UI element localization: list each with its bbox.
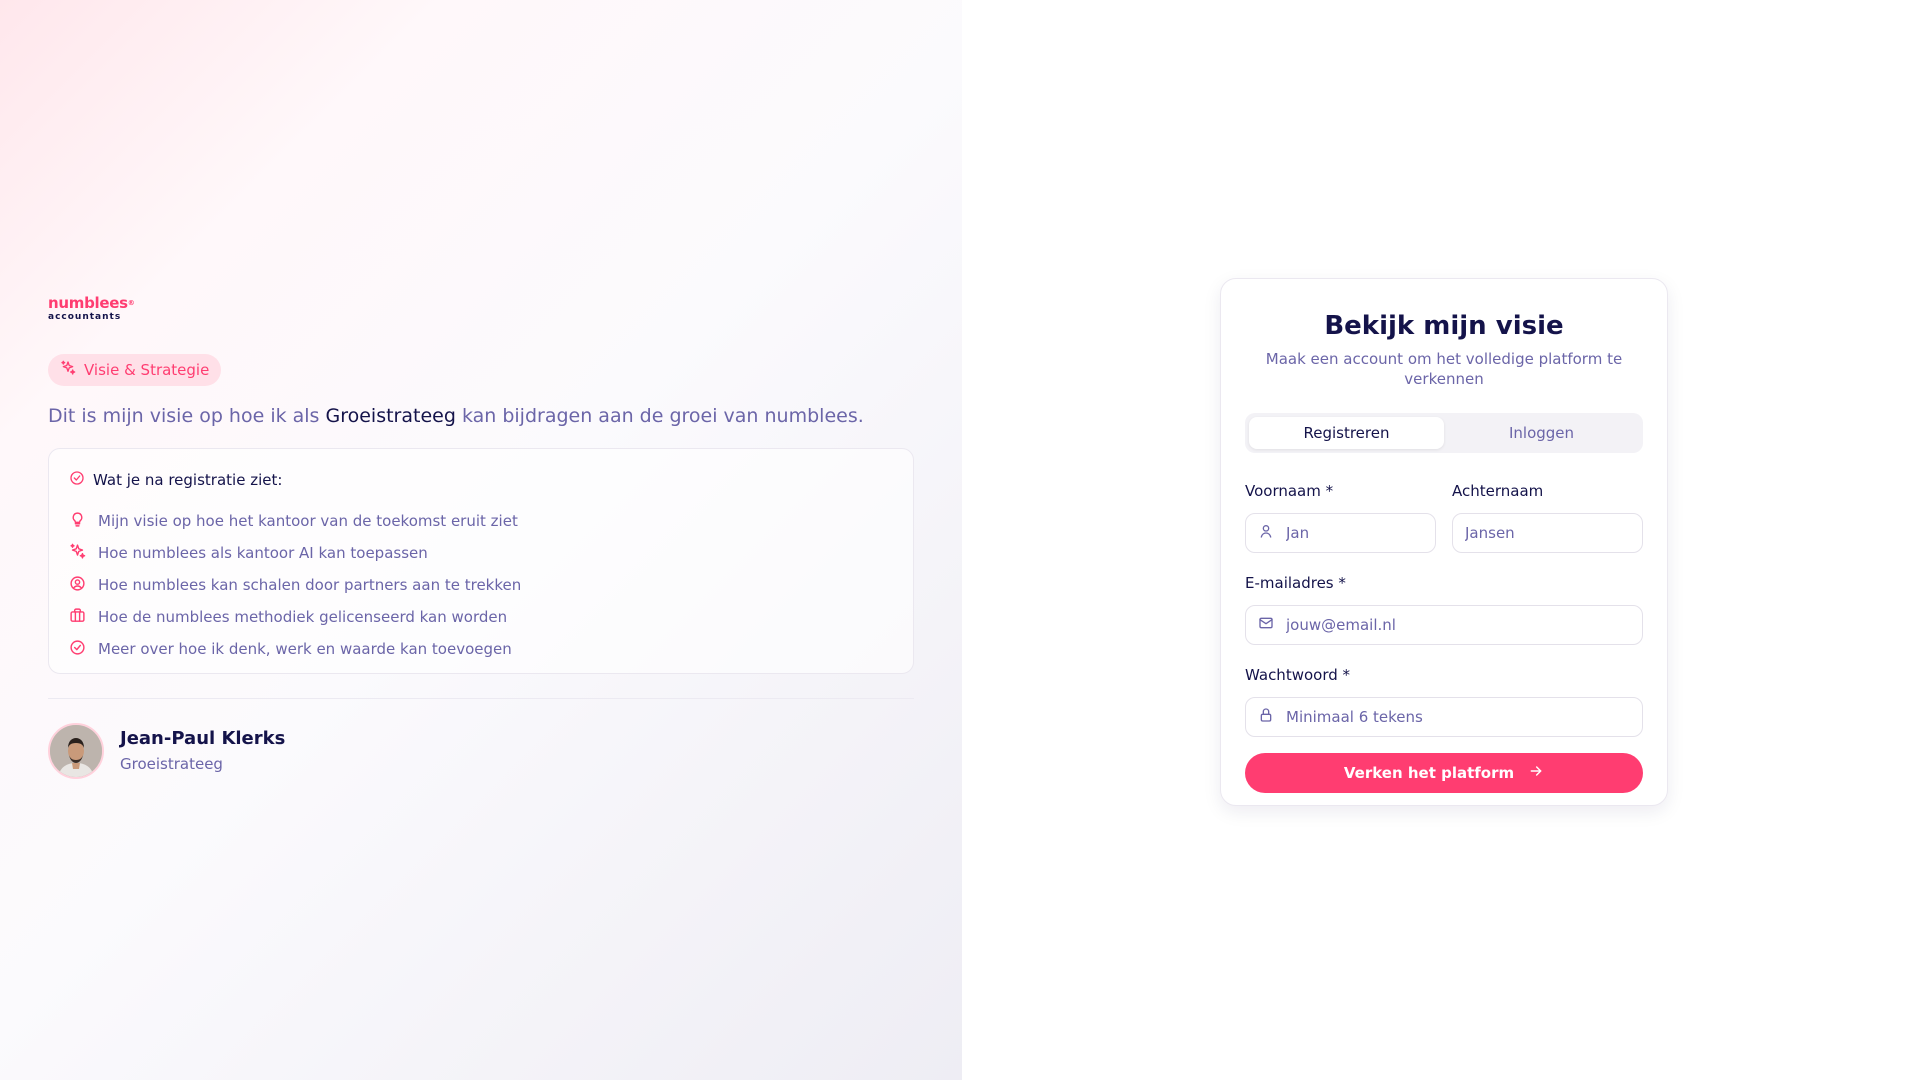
- last-name-label: Achternaam: [1452, 482, 1544, 500]
- list-item-label: Mijn visie op hoe het kantoor van de toe…: [98, 512, 518, 530]
- last-name-input-wrapper[interactable]: [1452, 513, 1643, 553]
- first-name-label: Voornaam *: [1245, 482, 1334, 500]
- left-content: numblees® accountants Visie & Strategie …: [48, 296, 914, 779]
- intro-before: Dit is mijn visie op hoe ik als: [48, 405, 326, 427]
- last-name-field: Achternaam: [1452, 481, 1643, 553]
- last-name-input[interactable]: [1465, 524, 1630, 542]
- list-item-label: Hoe numblees als kantoor AI kan toepasse…: [98, 544, 428, 562]
- list-item-label: Hoe de numblees methodiek gelicenseerd k…: [98, 608, 508, 626]
- brand-logo-name: numblees: [48, 294, 128, 312]
- lock-icon: [1258, 707, 1274, 727]
- submit-button-label: Verken het platform: [1343, 764, 1515, 782]
- mail-icon: [1258, 615, 1274, 635]
- badge-label: Visie & Strategie: [84, 361, 210, 379]
- user-circle-icon: [69, 575, 86, 596]
- avatar: [48, 723, 104, 779]
- left-panel: numblees® accountants Visie & Strategie …: [0, 0, 962, 1080]
- brand-logo: numblees® accountants: [48, 296, 138, 326]
- list-item-label: Hoe numblees kan schalen door partners a…: [98, 576, 522, 594]
- email-field: E-mailadres *: [1245, 573, 1643, 645]
- password-field: Wachtwoord *: [1245, 665, 1643, 737]
- lightbulb-icon: [69, 511, 86, 532]
- auth-tabs: Registreren Inloggen: [1245, 413, 1643, 453]
- first-name-input[interactable]: [1286, 524, 1423, 542]
- profile-info: Jean-Paul Klerks Groeistrateeg: [120, 727, 285, 775]
- sparkles-icon: [69, 543, 86, 564]
- tab-login[interactable]: Inloggen: [1444, 417, 1639, 449]
- password-input[interactable]: [1286, 708, 1630, 726]
- list-item-label: Meer over hoe ik denk, werk en waarde ka…: [98, 640, 512, 658]
- features-box: Wat je na registratie ziet: Mijn visie o…: [48, 448, 914, 674]
- profile-role: Groeistrateeg: [120, 755, 223, 773]
- list-item: Mijn visie op hoe het kantoor van de toe…: [69, 505, 893, 537]
- first-name-input-wrapper[interactable]: [1245, 513, 1436, 553]
- first-name-field: Voornaam *: [1245, 481, 1436, 553]
- arrow-right-icon: [1528, 763, 1544, 783]
- submit-button[interactable]: Verken het platform: [1245, 753, 1643, 793]
- tab-register[interactable]: Registreren: [1249, 417, 1444, 449]
- avatar-photo: [50, 725, 102, 777]
- sparkles-icon: [60, 360, 76, 380]
- profile-card: Jean-Paul Klerks Groeistrateeg: [48, 723, 914, 779]
- features-list: Mijn visie op hoe het kantoor van de toe…: [69, 505, 893, 665]
- name-row: Voornaam * Achternaam: [1245, 481, 1643, 553]
- intro-text: Dit is mijn visie op hoe ik als Groeistr…: [48, 402, 914, 430]
- email-label: E-mailadres *: [1245, 574, 1346, 592]
- password-label: Wachtwoord *: [1245, 666, 1351, 684]
- brand-logo-mark: ®: [127, 299, 135, 307]
- email-input[interactable]: [1286, 616, 1630, 634]
- divider: [48, 698, 914, 699]
- profile-name: Jean-Paul Klerks: [120, 728, 286, 749]
- features-title: Wat je na registratie ziet:: [93, 471, 283, 489]
- email-input-wrapper[interactable]: [1245, 605, 1643, 645]
- list-item: Hoe de numblees methodiek gelicenseerd k…: [69, 601, 893, 633]
- briefcase-icon: [69, 607, 86, 628]
- intro-after: kan bijdragen aan de groei van numblees.: [455, 405, 864, 427]
- intro-highlight: Groeistrateeg: [325, 405, 456, 427]
- card-title: Bekijk mijn visie: [1324, 311, 1564, 341]
- list-item: Hoe numblees kan schalen door partners a…: [69, 569, 893, 601]
- features-heading: Wat je na registratie ziet:: [69, 469, 893, 491]
- auth-card: Bekijk mijn visie Maak een account om he…: [1220, 278, 1668, 806]
- card-subtitle: Maak een account om het volledige platfo…: [1265, 350, 1623, 388]
- password-input-wrapper[interactable]: [1245, 697, 1643, 737]
- list-item: Meer over hoe ik denk, werk en waarde ka…: [69, 633, 893, 665]
- list-item: Hoe numblees als kantoor AI kan toepasse…: [69, 537, 893, 569]
- category-badge: Visie & Strategie: [48, 354, 222, 386]
- user-icon: [1258, 523, 1274, 543]
- brand-logo-subtitle: accountants: [48, 312, 122, 322]
- check-circle-icon: [69, 470, 85, 490]
- check-circle-icon: [69, 639, 86, 660]
